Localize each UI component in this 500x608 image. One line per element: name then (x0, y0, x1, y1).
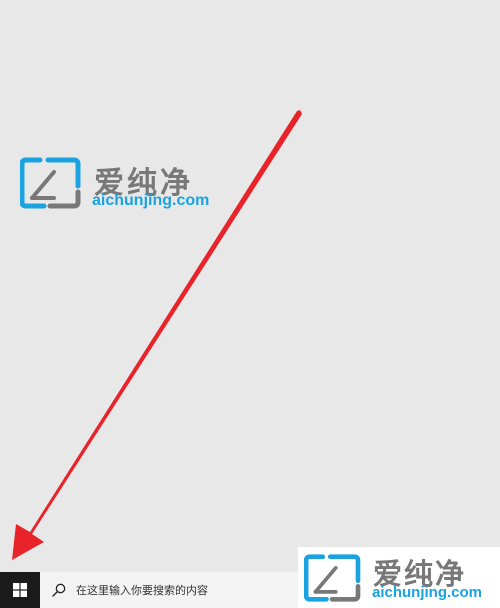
watermark-logo-corner: 爱纯净 aichunjing.com (298, 547, 500, 608)
watermark-brand-url: aichunjing.com (372, 584, 483, 601)
windows-logo-icon (13, 583, 27, 597)
desktop-background: 爱纯净 aichunjing.com (0, 0, 500, 572)
search-icon (52, 583, 66, 597)
watermark-brand-url: aichunjing.com (92, 192, 210, 209)
brand-logo-icon (20, 157, 81, 209)
watermark-logo: 爱纯净 aichunjing.com (20, 156, 230, 216)
brand-logo-icon (304, 554, 361, 602)
taskbar-search-box[interactable]: 在这里输入你要搜索的内容 (40, 572, 298, 608)
search-placeholder: 在这里输入你要搜索的内容 (76, 584, 208, 597)
start-button[interactable] (0, 572, 40, 608)
